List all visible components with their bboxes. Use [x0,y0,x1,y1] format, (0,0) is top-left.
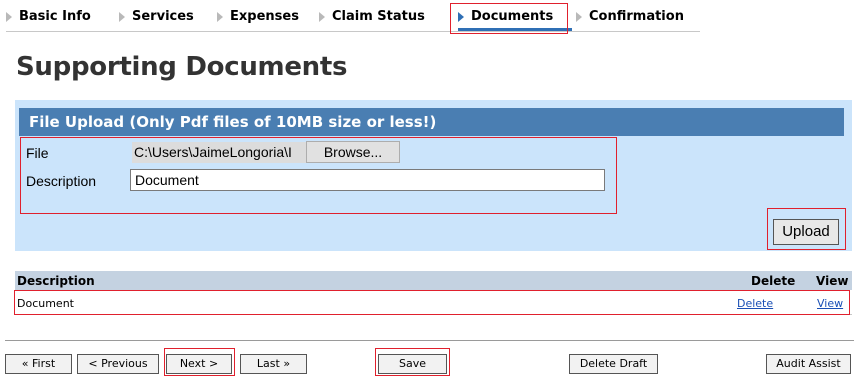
page-title: Supporting Documents [16,52,348,82]
tab-label: Confirmation [589,9,684,24]
step-tabs: Basic Info Services Expenses Claim Statu… [6,0,700,32]
delete-draft-button[interactable]: Delete Draft [569,354,658,374]
audit-assist-button[interactable]: Audit Assist [766,354,851,374]
file-upload-header: File Upload (Only Pdf files of 10MB size… [19,108,844,136]
tab-label: Services [132,9,194,24]
documents-table-header: Description Delete View [15,271,852,290]
tab-arrow-icon [576,11,582,22]
footer-divider [5,340,854,341]
tab-basic-info[interactable]: Basic Info [6,9,91,24]
tab-arrow-icon [217,11,223,22]
tab-arrow-icon [319,11,325,22]
highlight-next-button [164,348,235,376]
highlight-documents-tab [450,3,568,34]
tab-label: Basic Info [19,9,91,24]
column-delete: Delete [751,274,796,288]
tab-expenses[interactable]: Expenses [217,9,299,24]
tab-arrow-icon [119,11,125,22]
tab-label: Expenses [230,9,299,24]
tab-services[interactable]: Services [119,9,194,24]
last-button[interactable]: Last » [240,354,307,374]
file-upload-header-text: File Upload (Only Pdf files of 10MB size… [29,113,437,131]
first-button[interactable]: « First [5,354,72,374]
column-description: Description [17,274,95,288]
tab-arrow-icon [6,11,12,22]
tab-label: Claim Status [332,9,425,24]
highlight-upload-fields [20,137,617,214]
highlight-upload-button [767,208,846,250]
tab-claim-status[interactable]: Claim Status [319,9,425,24]
highlight-save-button [375,348,450,376]
previous-button[interactable]: < Previous [77,354,159,374]
highlight-document-row [14,290,850,315]
tab-confirmation[interactable]: Confirmation [576,9,684,24]
column-view: View [816,274,849,288]
